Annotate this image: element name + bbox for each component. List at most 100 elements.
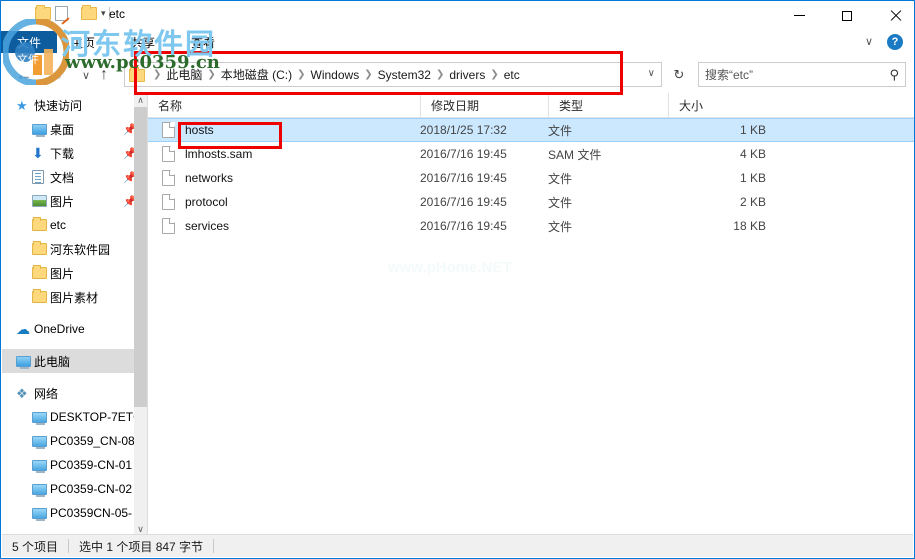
file-name-cell[interactable]: protocol: [148, 194, 420, 210]
scroll-up-icon[interactable]: ∧: [134, 93, 147, 107]
folder-icon[interactable]: [81, 5, 98, 22]
file-icon: [162, 194, 175, 210]
file-date-cell: 2018/1/25 17:32: [420, 123, 507, 137]
new-folder-icon[interactable]: [35, 5, 52, 22]
sidebar-item-etc[interactable]: etc: [2, 213, 147, 237]
sidebar-item-label: 图片: [50, 266, 75, 281]
column-header-type[interactable]: 类型: [548, 93, 668, 118]
breadcrumb-separator: ❯: [297, 69, 306, 80]
folder-icon: [32, 217, 50, 231]
sidebar-item-[interactable]: 河东软件园: [2, 237, 147, 261]
download-icon: ⬇: [32, 145, 44, 161]
column-header-date[interactable]: 修改日期: [420, 93, 548, 118]
sidebar-item-label: PC0359CN-05-: [50, 506, 133, 520]
tab-home[interactable]: 主页: [63, 31, 103, 53]
search-box[interactable]: 搜索“etc” ⚲: [698, 62, 906, 87]
file-name-cell[interactable]: services: [148, 218, 420, 234]
folder-icon: [32, 265, 50, 279]
status-selection-info: 选中 1 个项目 847 字节: [79, 539, 204, 554]
chevron-down-icon[interactable]: ∨: [865, 35, 873, 48]
sidebar-item-label: OneDrive: [34, 322, 85, 336]
breadcrumb-separator: ❯: [490, 69, 499, 80]
breadcrumb-local-disk[interactable]: 本地磁盘 (C:): [221, 66, 292, 83]
file-type-cell: SAM 文件: [548, 147, 602, 162]
file-type-cell: 文件: [548, 219, 573, 234]
tab-share[interactable]: 共享: [123, 31, 163, 53]
sidebar-item-desktop-7etc[interactable]: DESKTOP-7ETC: [2, 405, 147, 429]
column-header-row: 名称 修改日期 类型 大小: [148, 93, 914, 118]
address-dropdown-icon[interactable]: ∨: [648, 68, 655, 79]
table-row[interactable]: hosts 2018/1/25 17:32 文件 1 KB: [148, 118, 914, 142]
address-bar[interactable]: ❯ 此电脑 ❯ 本地磁盘 (C:) ❯ Windows ❯ System32 ❯…: [124, 62, 662, 87]
breadcrumb-system32[interactable]: System32: [378, 68, 431, 82]
sidebar-item-[interactable]: 图片 📌: [2, 189, 147, 213]
file-name-cell[interactable]: lmhosts.sam: [148, 146, 420, 162]
maximize-button[interactable]: [824, 1, 870, 30]
sidebar-item-[interactable]: 桌面 📌: [2, 117, 147, 141]
sidebar-item-label: 桌面: [50, 122, 75, 137]
sidebar-item-[interactable]: ⬇ 下载 📌: [2, 141, 147, 165]
sidebar-item-label: 下载: [50, 146, 75, 161]
file-size-cell: 18 KB: [733, 219, 766, 233]
refresh-button[interactable]: ↻: [667, 62, 691, 87]
search-icon[interactable]: ⚲: [889, 67, 899, 83]
status-divider: [213, 539, 215, 553]
sidebar-item-pc0359cn-05-[interactable]: PC0359CN-05-: [2, 501, 147, 525]
breadcrumb-drivers[interactable]: drivers: [449, 68, 485, 82]
column-header-size[interactable]: 大小: [668, 93, 766, 118]
file-name-cell[interactable]: networks: [148, 170, 420, 186]
table-row[interactable]: protocol 2016/7/16 19:45 文件 2 KB: [148, 190, 914, 214]
file-size-cell: 4 KB: [739, 147, 766, 161]
file-name-label: services: [185, 219, 230, 233]
minimize-icon: [793, 15, 805, 16]
pc-icon: [32, 411, 50, 425]
back-button[interactable]: ←: [11, 62, 37, 88]
table-row[interactable]: networks 2016/7/16 19:45 文件 1 KB: [148, 166, 914, 190]
ribbon-tab-bar: 文件 主页 共享 查看 ∨: [1, 31, 914, 53]
pictures-icon: [32, 195, 50, 207]
pc-icon: [32, 483, 50, 497]
breadcrumb-this-pc[interactable]: 此电脑: [166, 66, 202, 83]
sidebar-item-onedrive[interactable]: ☁ OneDrive: [2, 317, 147, 341]
sidebar-item-[interactable]: 文档 📌: [2, 165, 147, 189]
table-row[interactable]: services 2016/7/16 19:45 文件 18 KB: [148, 214, 914, 238]
help-button[interactable]: ?: [887, 34, 903, 50]
breadcrumb-windows[interactable]: Windows: [311, 68, 360, 82]
file-name-cell[interactable]: hosts: [148, 122, 420, 138]
file-size-cell: 1 KB: [739, 123, 766, 137]
sidebar-item-[interactable]: 此电脑: [2, 349, 147, 373]
minimize-button[interactable]: [776, 1, 822, 30]
tab-view[interactable]: 查看: [183, 31, 223, 53]
breadcrumb-separator: ❯: [153, 69, 162, 80]
file-type-cell: 文件: [548, 195, 573, 210]
scrollbar-thumb[interactable]: [134, 107, 147, 407]
sidebar-item-[interactable]: ★ 快速访问: [2, 93, 147, 117]
search-input[interactable]: 搜索“etc”: [705, 66, 889, 83]
sidebar-item-label: 此电脑: [34, 354, 71, 369]
tab-file[interactable]: 文件: [1, 31, 57, 53]
sidebar-item-pc0359-cn-02[interactable]: PC0359-CN-02: [2, 477, 147, 501]
column-header-name[interactable]: 名称: [148, 93, 420, 118]
sidebar-item-pc0359_cn-08[interactable]: PC0359_CN-08: [2, 429, 147, 453]
sidebar-item-[interactable]: ❖ 网络: [2, 381, 147, 405]
file-date-cell: 2016/7/16 19:45: [420, 147, 507, 161]
sidebar-item-[interactable]: 图片素材: [2, 285, 147, 309]
network-icon: ❖: [16, 385, 28, 401]
sidebar-item-pc0359-cn-01[interactable]: PC0359-CN-01: [2, 453, 147, 477]
file-date-cell: 2016/7/16 19:45: [420, 195, 507, 209]
sidebar-item-label: PC0359-CN-01: [50, 458, 133, 472]
file-name-label: networks: [185, 171, 234, 185]
sidebar-scrollbar[interactable]: ∧ ∨: [134, 93, 147, 536]
properties-icon[interactable]: [55, 5, 72, 22]
forward-button[interactable]: →: [43, 62, 69, 88]
table-row[interactable]: lmhosts.sam 2016/7/16 19:45 SAM 文件 4 KB: [148, 142, 914, 166]
sidebar-item-[interactable]: 图片: [2, 261, 147, 285]
close-button[interactable]: [872, 1, 914, 30]
sidebar-item-label: 快速访问: [34, 98, 83, 113]
up-button[interactable]: ↑: [91, 62, 117, 88]
breadcrumb-etc[interactable]: etc: [504, 68, 520, 82]
quick-access-dropdown-icon[interactable]: ▾: [101, 9, 106, 18]
